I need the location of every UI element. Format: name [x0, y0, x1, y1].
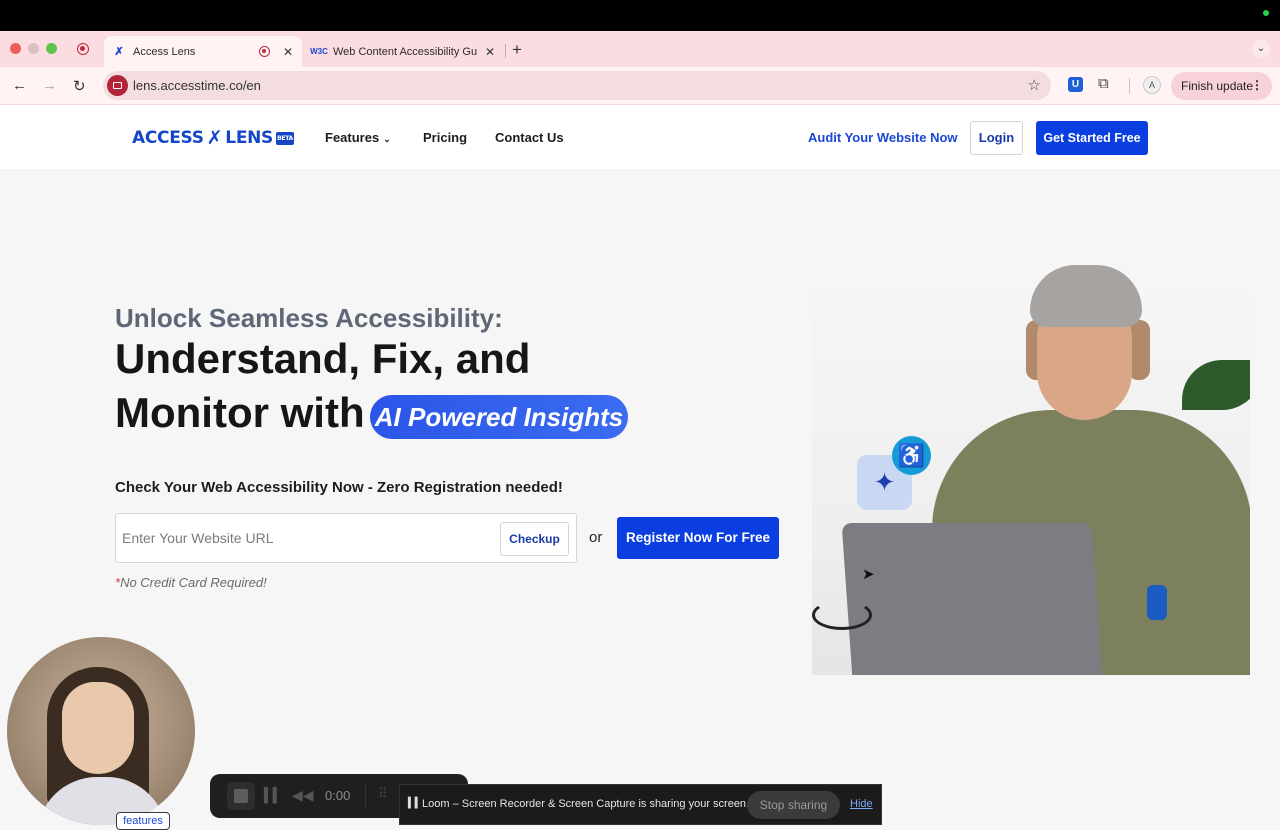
- hide-link[interactable]: Hide: [850, 798, 873, 810]
- close-tab-icon[interactable]: ✕: [280, 45, 296, 59]
- features-tag: features: [116, 812, 170, 830]
- forward-arrow-icon[interactable]: →: [42, 77, 57, 94]
- hero-subheading: Unlock Seamless Accessibility:: [115, 303, 503, 333]
- more-menu-icon[interactable]: ⋮: [1251, 78, 1263, 92]
- w3c-favicon-icon: W3C: [310, 47, 328, 56]
- nav-contact-us[interactable]: Contact Us: [495, 130, 564, 145]
- logo-mark-icon: ✗: [206, 127, 223, 149]
- logo-word-lens: LENS: [225, 128, 273, 148]
- sharing-pause-icon: ▍▍: [408, 798, 422, 809]
- stop-sharing-button[interactable]: Stop sharing: [747, 791, 840, 819]
- rewind-icon[interactable]: ◀◀: [292, 787, 314, 804]
- laptop-illustration: [841, 523, 1103, 675]
- loom-webcam-bubble[interactable]: [7, 637, 195, 825]
- profile-avatar[interactable]: A: [1143, 76, 1161, 94]
- no-credit-card-text: No Credit Card Required!: [120, 575, 267, 590]
- checkup-button[interactable]: Checkup: [500, 522, 569, 556]
- window-close-button[interactable]: [10, 43, 21, 54]
- man-hair: [1030, 265, 1142, 327]
- eyeglasses-illustration: [812, 600, 872, 630]
- hero-title-line-1: Understand, Fix, and: [115, 335, 531, 382]
- nav-features-label: Features: [325, 130, 380, 145]
- presenter-face: [62, 682, 134, 774]
- tab-search-chevron-icon[interactable]: ⌄: [1252, 40, 1270, 58]
- finish-update-button[interactable]: Finish update ⋮: [1171, 72, 1272, 100]
- tab-divider: [505, 44, 506, 58]
- ai-insights-pill: AI Powered Insights: [370, 395, 628, 439]
- bitwarden-extension-icon[interactable]: U: [1068, 77, 1083, 92]
- accessibility-person-icon: ♿: [892, 436, 931, 475]
- system-top-bar: [0, 0, 1280, 31]
- mouse-cursor-icon: ➤: [862, 566, 875, 583]
- tab-title: Access Lens: [133, 45, 196, 58]
- tab-title: Web Content Accessibility Gu: [333, 45, 478, 58]
- chevron-down-icon: ⌄: [383, 134, 391, 144]
- register-free-button[interactable]: Register Now For Free: [617, 517, 779, 559]
- plant-illustration: [1182, 360, 1250, 410]
- website-url-input[interactable]: [122, 524, 492, 552]
- access-lens-logo[interactable]: ACCESS ✗ LENS BETA: [132, 127, 294, 149]
- camera-indicator-icon: [1263, 10, 1269, 16]
- new-tab-icon[interactable]: +: [512, 40, 522, 60]
- site-header: ACCESS ✗ LENS BETA Features ⌄ Pricing Con…: [0, 105, 1280, 171]
- sharing-message: Loom – Screen Recorder & Screen Capture …: [422, 798, 750, 810]
- window-maximize-button[interactable]: [46, 43, 57, 54]
- logo-badge: BETA: [276, 131, 294, 145]
- get-started-button[interactable]: Get Started Free: [1036, 121, 1148, 155]
- controls-divider: [365, 782, 366, 810]
- close-tab-icon[interactable]: ✕: [482, 45, 498, 59]
- login-button[interactable]: Login: [970, 121, 1023, 155]
- back-arrow-icon[interactable]: ←: [12, 77, 27, 94]
- drag-handle-icon[interactable]: ⠿: [378, 786, 388, 802]
- hero-photo-man-with-laptop: ✦ ♿: [812, 240, 1250, 675]
- screen-share-icon[interactable]: [107, 75, 128, 96]
- no-credit-card-note: *No Credit Card Required!: [115, 575, 267, 590]
- hero-title-line-2: Monitor with: [115, 389, 365, 436]
- recording-timer: 0:00: [325, 788, 351, 803]
- wristwatch: [1147, 585, 1167, 620]
- reload-icon[interactable]: ↻: [73, 77, 86, 95]
- address-bar[interactable]: lens.accesstime.co/en ☆: [103, 71, 1051, 100]
- url-checkup-form: Checkup: [115, 513, 577, 563]
- logo-word-access: ACCESS: [132, 128, 204, 148]
- browser-toolbar: ← → ↻ lens.accesstime.co/en ☆ U ⧉ A Fini…: [0, 67, 1280, 105]
- pause-icon[interactable]: ▍▍: [264, 787, 283, 804]
- extensions-puzzle-icon[interactable]: ⧉: [1098, 75, 1109, 92]
- stop-recording-button[interactable]: [227, 782, 255, 810]
- bookmark-star-icon[interactable]: ☆: [1028, 76, 1041, 94]
- tab-recording-icon: [259, 46, 270, 57]
- toolbar-divider: [1129, 78, 1130, 94]
- audit-website-link[interactable]: Audit Your Website Now: [808, 130, 958, 145]
- browser-tab-strip: ✗ Access Lens ✕ W3C Web Content Accessib…: [0, 31, 1280, 67]
- recording-icon: [77, 43, 89, 55]
- nav-pricing[interactable]: Pricing: [423, 130, 467, 145]
- finish-update-label: Finish update: [1181, 79, 1254, 93]
- screen-sharing-bar: ▍▍ Loom – Screen Recorder & Screen Captu…: [399, 784, 882, 825]
- tab-wcag[interactable]: W3C Web Content Accessibility Gu ✕: [304, 36, 504, 67]
- check-accessibility-heading: Check Your Web Accessibility Now - Zero …: [115, 479, 563, 496]
- access-lens-favicon-icon: ✗: [114, 46, 124, 58]
- url-text[interactable]: lens.accesstime.co/en: [133, 78, 261, 93]
- tab-access-lens[interactable]: ✗ Access Lens ✕: [104, 36, 302, 67]
- window-minimize-button[interactable]: [28, 43, 39, 54]
- nav-features[interactable]: Features ⌄: [325, 130, 391, 145]
- or-separator: or: [589, 529, 603, 546]
